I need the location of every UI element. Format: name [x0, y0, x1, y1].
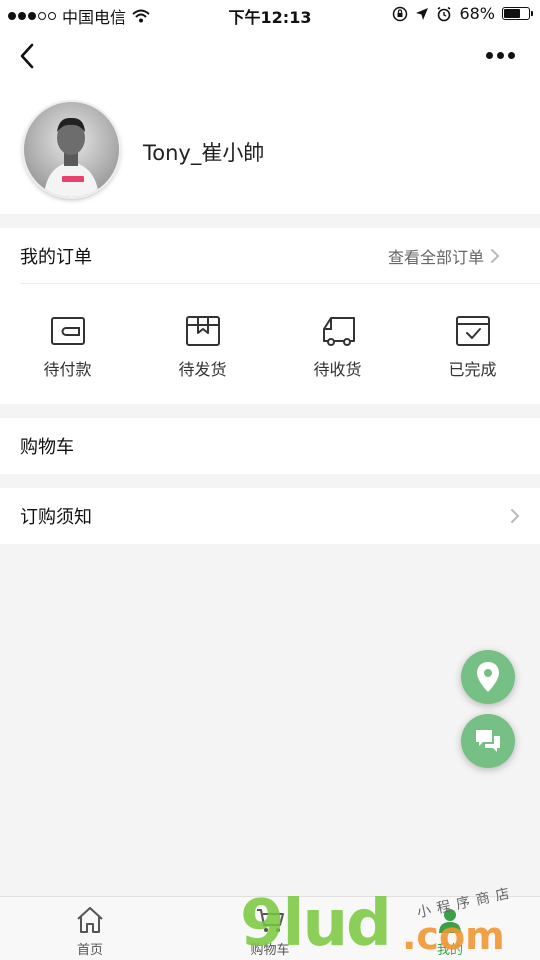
view-all-orders-link[interactable]: 查看全部订单	[388, 244, 500, 268]
more-dot	[497, 51, 504, 59]
order-status-list: 待付款 待发货 待收货 已完成	[0, 284, 540, 404]
battery-percent: 68%	[459, 4, 495, 23]
tab-cart[interactable]: 购物车	[180, 897, 360, 960]
tab-label: 购物车	[250, 943, 290, 958]
rotation-lock-icon	[393, 6, 408, 21]
view-all-label: 查看全部订单	[387, 247, 484, 267]
chevron-right-icon	[511, 509, 520, 523]
tab-bar: 首页 购物车 我的	[0, 896, 540, 960]
order-pending-shipment[interactable]: 待发货	[135, 284, 270, 404]
nav-bar	[0, 28, 540, 84]
order-pending-payment[interactable]: 待付款	[0, 284, 135, 404]
more-dot	[508, 51, 515, 59]
avatar-photo	[24, 102, 119, 197]
wallet-icon	[50, 317, 85, 345]
more-button[interactable]	[486, 48, 518, 62]
profile-section: Tony_崔小帥	[0, 84, 540, 214]
chat-button[interactable]	[461, 714, 515, 768]
orders-title: 我的订单	[20, 246, 92, 268]
chat-bubbles-icon	[476, 730, 500, 752]
order-pending-receipt[interactable]: 待收货	[270, 284, 405, 404]
status-right: 68%	[392, 4, 533, 23]
order-item-label: 待收货	[313, 360, 362, 379]
cart-icon	[257, 909, 284, 932]
avatar[interactable]	[24, 102, 119, 197]
tab-home[interactable]: 首页	[0, 897, 180, 960]
alarm-icon	[437, 6, 451, 21]
battery-icon	[502, 7, 533, 20]
order-item-label: 待付款	[43, 360, 92, 379]
username: Tony_崔小帥	[143, 141, 265, 165]
truck-icon	[322, 317, 355, 346]
status-bar: 中国电信 下午12:13 68%	[0, 0, 540, 28]
battery-fill	[504, 9, 521, 18]
home-icon	[77, 907, 103, 933]
chevron-right-icon	[491, 248, 500, 263]
order-notice-label: 订购须知	[20, 507, 92, 528]
tab-label: 我的	[436, 943, 463, 958]
cart-row[interactable]: 购物车	[0, 418, 540, 474]
order-item-label: 待发货	[178, 360, 227, 379]
back-button[interactable]	[14, 40, 42, 72]
completed-box-icon	[455, 316, 490, 346]
more-dot	[486, 51, 493, 59]
cart-row-label: 购物车	[20, 437, 74, 458]
orders-header: 我的订单 查看全部订单	[20, 228, 540, 284]
package-icon	[185, 316, 220, 346]
order-completed[interactable]: 已完成	[405, 284, 540, 404]
user-icon	[439, 909, 461, 933]
orders-section: 我的订单 查看全部订单 待付款 待发货 待收货 已完成	[0, 228, 540, 404]
chevron-left-icon	[20, 43, 34, 69]
tab-me[interactable]: 我的	[360, 897, 540, 960]
location-button[interactable]	[461, 650, 515, 704]
order-item-label: 已完成	[448, 360, 497, 379]
tab-label: 首页	[76, 943, 103, 958]
order-notice-row[interactable]: 订购须知	[0, 488, 540, 544]
location-arrow-icon	[416, 7, 429, 20]
location-pin-icon	[477, 662, 499, 692]
